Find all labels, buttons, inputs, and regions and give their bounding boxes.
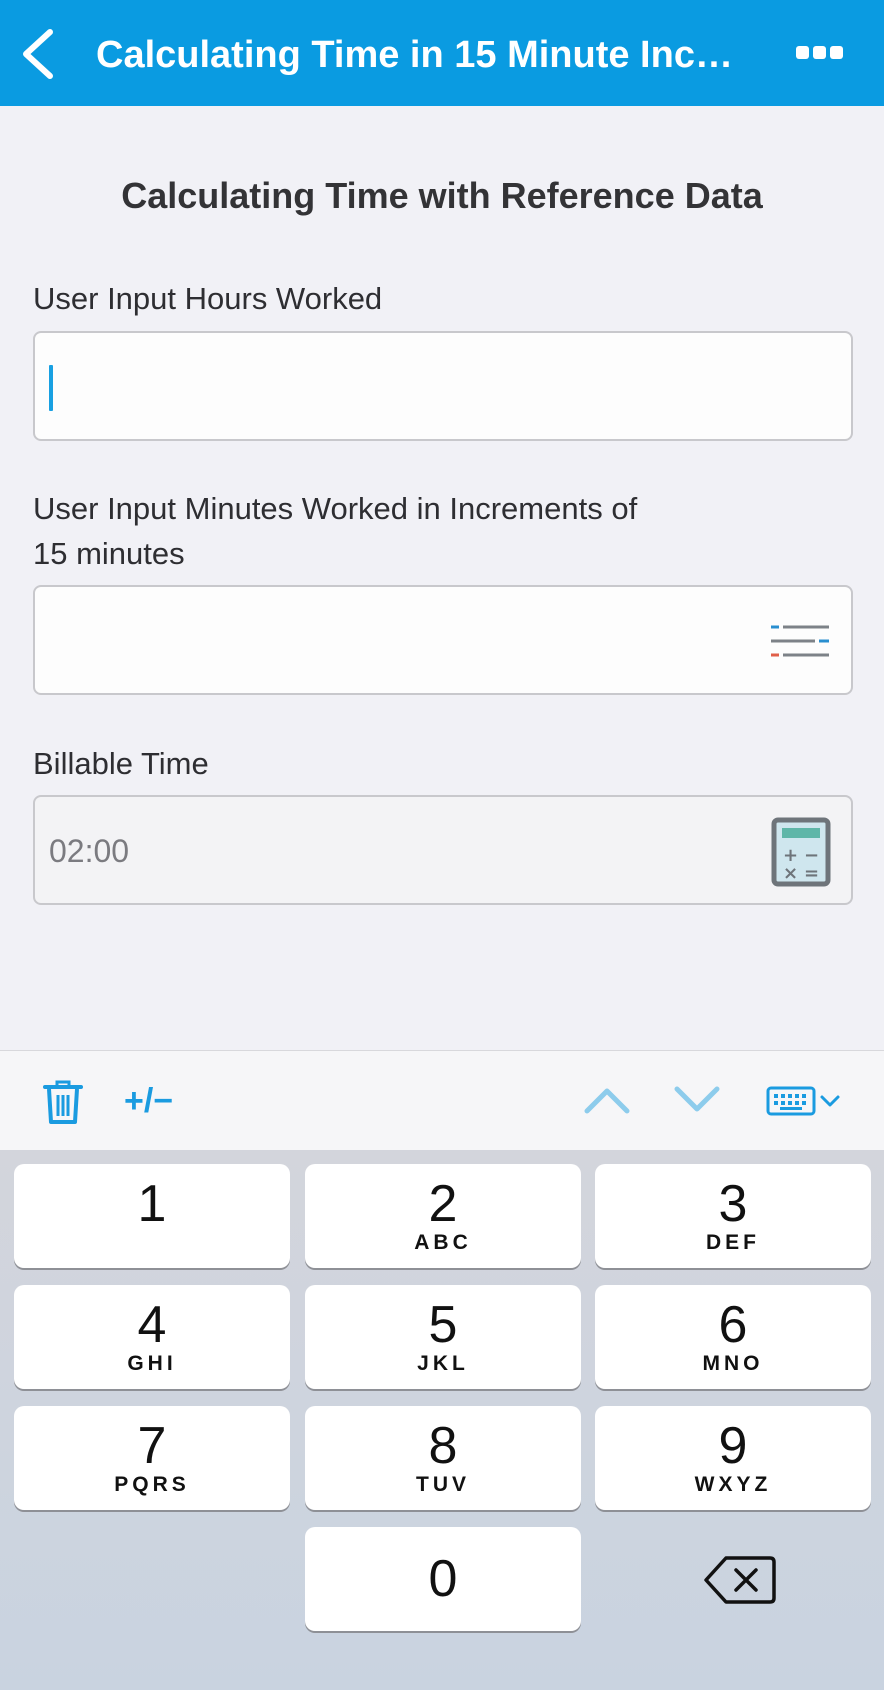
- form-title: Calculating Time with Reference Data: [121, 175, 763, 216]
- billable-time-label: Billable Time: [33, 746, 209, 781]
- key-digit: 3: [718, 1175, 748, 1233]
- page-title: Calculating Time in 15 Minute Incr...: [96, 34, 736, 76]
- key-digit: 1: [137, 1175, 167, 1233]
- key-letters: ABC: [414, 1231, 472, 1254]
- key-letters: DEF: [706, 1231, 760, 1254]
- key-digit: 9: [718, 1417, 748, 1475]
- key-letters: TUV: [416, 1473, 470, 1496]
- key-5[interactable]: 5 JKL: [305, 1285, 581, 1389]
- keyboard-dismiss-icon: [766, 1086, 840, 1116]
- more-button[interactable]: [790, 36, 850, 70]
- previous-field-button[interactable]: [584, 1085, 630, 1115]
- hours-worked-input[interactable]: [33, 331, 853, 441]
- key-digit: 7: [137, 1417, 167, 1475]
- chevron-down-icon: [674, 1086, 720, 1112]
- app-header: Calculating Time in 15 Minute Incr...: [0, 0, 884, 106]
- chevron-up-icon: [584, 1088, 630, 1114]
- key-digit: 0: [428, 1550, 458, 1608]
- key-0[interactable]: 0: [305, 1527, 581, 1631]
- billable-time-field: 02:00 + − × =: [33, 795, 853, 905]
- keyboard-accessory-toolbar: +/−: [0, 1050, 884, 1150]
- key-letters: JKL: [417, 1352, 469, 1375]
- key-digit: 4: [137, 1296, 167, 1354]
- key-letters: GHI: [127, 1352, 177, 1375]
- sign-toggle-button[interactable]: +/−: [124, 1081, 173, 1121]
- hours-worked-label: User Input Hours Worked: [33, 281, 383, 316]
- key-8[interactable]: 8 TUV: [305, 1406, 581, 1510]
- key-digit: 5: [428, 1296, 458, 1354]
- text-caret: [49, 365, 53, 411]
- backspace-key[interactable]: [700, 1550, 780, 1610]
- key-7[interactable]: 7 PQRS: [14, 1406, 290, 1510]
- trash-icon: [43, 1080, 83, 1124]
- key-digit: 8: [428, 1417, 458, 1475]
- billable-time-value: 02:00: [49, 833, 130, 869]
- key-letters: PQRS: [114, 1473, 190, 1496]
- key-2[interactable]: 2 ABC: [305, 1164, 581, 1268]
- key-4[interactable]: 4 GHI: [14, 1285, 290, 1389]
- svg-text:=: =: [804, 863, 819, 884]
- key-6[interactable]: 6 MNO: [595, 1285, 871, 1389]
- list-picker-icon[interactable]: [769, 623, 831, 659]
- backspace-icon: [704, 1556, 776, 1604]
- key-letters: WXYZ: [694, 1473, 772, 1496]
- key-digit: 6: [718, 1296, 748, 1354]
- back-button[interactable]: [14, 26, 64, 82]
- delete-button[interactable]: [42, 1079, 84, 1125]
- key-letters: MNO: [702, 1352, 764, 1375]
- svg-text:×: ×: [783, 863, 798, 884]
- key-3[interactable]: 3 DEF: [595, 1164, 871, 1268]
- key-1[interactable]: 1: [14, 1164, 290, 1268]
- dismiss-keyboard-button[interactable]: [766, 1085, 842, 1117]
- minutes-worked-input[interactable]: [33, 585, 853, 695]
- next-field-button[interactable]: [674, 1085, 720, 1115]
- calculator-icon[interactable]: + − × =: [771, 817, 831, 887]
- chevron-left-icon: [23, 29, 53, 79]
- minutes-worked-label: User Input Minutes Worked in Increments …: [33, 491, 638, 571]
- key-9[interactable]: 9 WXYZ: [595, 1406, 871, 1510]
- key-digit: 2: [428, 1175, 458, 1233]
